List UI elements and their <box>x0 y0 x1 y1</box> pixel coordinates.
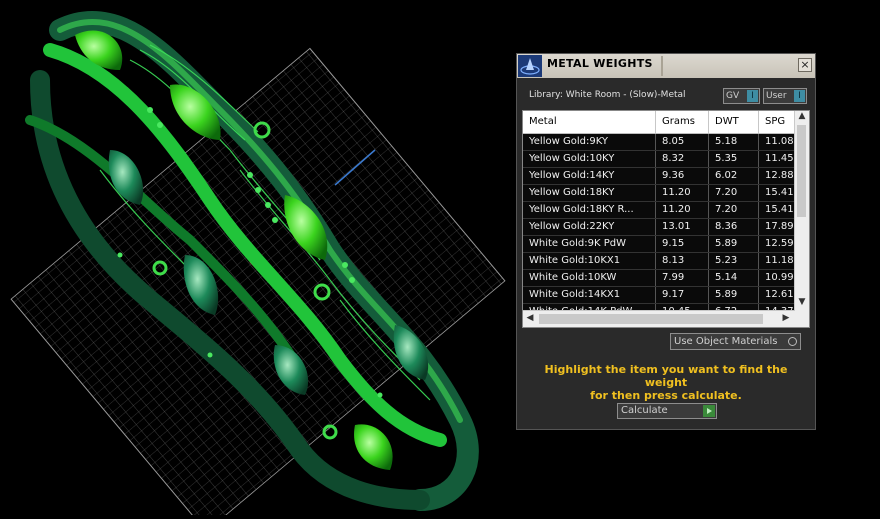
column-header-grams[interactable]: Grams <box>656 111 709 133</box>
user-label: User <box>766 91 787 101</box>
ground-grid <box>10 47 506 519</box>
cell-metal: White Gold:14KX1 <box>523 287 656 303</box>
close-button[interactable]: × <box>798 58 812 72</box>
table-row[interactable]: Yellow Gold:22KY 13.01 8.36 17.89 <box>523 219 795 236</box>
vertical-scrollbar[interactable]: ▲ ▼ <box>794 111 809 311</box>
scroll-left-icon[interactable]: ◀ <box>523 313 537 323</box>
cell-dwt: 7.20 <box>709 185 759 201</box>
cell-metal: Yellow Gold:18KY <box>523 185 656 201</box>
cell-spg: 12.88 <box>759 168 795 184</box>
cell-grams: 9.15 <box>656 236 709 252</box>
metal-weights-panel: METAL WEIGHTS × Library: White Room - (S… <box>516 53 816 430</box>
cell-spg: 11.18 <box>759 253 795 269</box>
table-row[interactable]: Yellow Gold:14KY 9.36 6.02 12.88 <box>523 168 795 185</box>
play-arrow-icon <box>703 405 715 417</box>
cell-spg: 15.41 <box>759 202 795 218</box>
gv-toggle[interactable]: GV I <box>723 88 760 104</box>
cell-metal: Yellow Gold:14KY <box>523 168 656 184</box>
instruction-line-1: Highlight the item you want to find the … <box>544 363 788 389</box>
cell-spg: 11.08 <box>759 134 795 150</box>
table-header: Metal Grams DWT SPG <box>523 111 795 134</box>
metal-weights-table[interactable]: Metal Grams DWT SPG Yellow Gold:9KY 8.05 5… <box>522 110 810 328</box>
cell-dwt: 5.35 <box>709 151 759 167</box>
cell-dwt: 8.36 <box>709 219 759 235</box>
scroll-down-icon[interactable]: ▼ <box>795 297 809 307</box>
ring-render <box>10 11 506 519</box>
cell-dwt: 5.23 <box>709 253 759 269</box>
cell-grams: 7.99 <box>656 270 709 286</box>
cell-dwt: 5.89 <box>709 287 759 303</box>
cell-spg: 11.45 <box>759 151 795 167</box>
cell-dwt: 5.18 <box>709 134 759 150</box>
cell-grams: 8.13 <box>656 253 709 269</box>
cell-grams: 11.20 <box>656 185 709 201</box>
scroll-right-icon[interactable]: ▶ <box>779 313 793 323</box>
cell-dwt: 5.14 <box>709 270 759 286</box>
cell-grams: 11.20 <box>656 202 709 218</box>
cell-dwt: 6.02 <box>709 168 759 184</box>
gv-toggle-icon: I <box>747 90 758 102</box>
instruction-text: Highlight the item you want to find the … <box>527 363 805 402</box>
vertical-scroll-thumb[interactable] <box>797 125 806 217</box>
cell-metal: Yellow Gold:22KY <box>523 219 656 235</box>
table-row[interactable]: White Gold:10KW 7.99 5.14 10.99 <box>523 270 795 287</box>
table-row[interactable]: White Gold:9K PdW 9.15 5.89 12.59 <box>523 236 795 253</box>
table-row[interactable]: Yellow Gold:10KY 8.32 5.35 11.45 <box>523 151 795 168</box>
cell-spg: 12.61 <box>759 287 795 303</box>
table-row[interactable]: Yellow Gold:18KY 11.20 7.20 15.41 <box>523 185 795 202</box>
cell-dwt: 5.89 <box>709 236 759 252</box>
calculate-button[interactable]: Calculate <box>617 403 717 419</box>
instruction-line-2: for then press calculate. <box>590 389 742 402</box>
cell-metal: White Gold:10KX1 <box>523 253 656 269</box>
column-header-metal[interactable]: Metal <box>523 111 656 133</box>
cell-metal: White Gold:10KW <box>523 270 656 286</box>
column-header-spg[interactable]: SPG <box>759 111 795 133</box>
scroll-up-icon[interactable]: ▲ <box>795 111 809 121</box>
cell-spg: 12.59 <box>759 236 795 252</box>
user-toggle-icon: I <box>794 90 805 102</box>
title-separator <box>661 56 663 76</box>
cell-spg: 10.99 <box>759 270 795 286</box>
cell-spg: 15.41 <box>759 185 795 201</box>
scroll-corner <box>795 311 809 327</box>
horizontal-scrollbar[interactable]: ◀ ▶ <box>523 310 795 327</box>
cell-grams: 9.17 <box>656 287 709 303</box>
cell-metal: Yellow Gold:18KY R... <box>523 202 656 218</box>
cell-metal: Yellow Gold:10KY <box>523 151 656 167</box>
table-row[interactable]: Yellow Gold:9KY 8.05 5.18 11.08 <box>523 134 795 151</box>
model-viewport[interactable] <box>0 0 515 519</box>
library-label: Library: White Room - (Slow)-Metal <box>529 90 686 100</box>
horizontal-scroll-thumb[interactable] <box>539 314 763 324</box>
cell-metal: Yellow Gold:9KY <box>523 134 656 150</box>
cell-metal: White Gold:9K PdW <box>523 236 656 252</box>
table-row[interactable]: White Gold:14KX1 9.17 5.89 12.61 <box>523 287 795 304</box>
cell-dwt: 7.20 <box>709 202 759 218</box>
calculate-label: Calculate <box>621 405 668 416</box>
cell-grams: 9.36 <box>656 168 709 184</box>
cell-spg: 17.89 <box>759 219 795 235</box>
cell-grams: 8.05 <box>656 134 709 150</box>
radio-circle-icon <box>788 337 797 346</box>
cell-grams: 8.32 <box>656 151 709 167</box>
table-body: Yellow Gold:9KY 8.05 5.18 11.08 Yellow Gold:… <box>523 134 795 321</box>
use-object-materials-label: Use Object Materials <box>674 336 778 347</box>
column-header-dwt[interactable]: DWT <box>709 111 759 133</box>
app-logo-icon <box>518 55 542 77</box>
panel-titlebar[interactable]: METAL WEIGHTS × <box>517 54 815 78</box>
table-row[interactable]: White Gold:10KX1 8.13 5.23 11.18 <box>523 253 795 270</box>
panel-title: METAL WEIGHTS <box>547 57 653 70</box>
use-object-materials-toggle[interactable]: Use Object Materials <box>670 333 801 350</box>
gv-label: GV <box>726 91 740 101</box>
cell-grams: 13.01 <box>656 219 709 235</box>
table-row[interactable]: Yellow Gold:18KY R... 11.20 7.20 15.41 <box>523 202 795 219</box>
user-toggle[interactable]: User I <box>763 88 807 104</box>
